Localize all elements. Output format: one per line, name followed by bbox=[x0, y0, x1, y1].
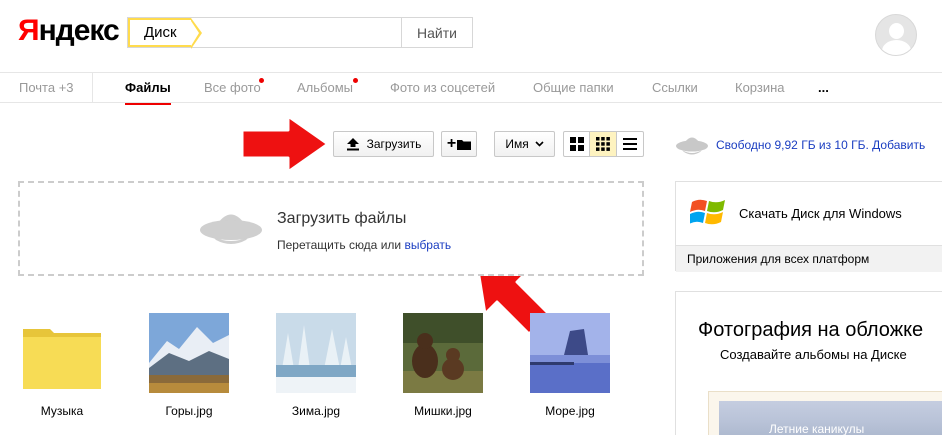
storage-info[interactable]: Свободно 9,92 ГБ из 10 ГБ. Добавить bbox=[675, 134, 942, 156]
view-list-button[interactable] bbox=[617, 132, 643, 156]
red-arrow-right-icon bbox=[240, 114, 330, 174]
view-large-tiles-button[interactable] bbox=[564, 132, 591, 156]
disk-saucer-icon bbox=[676, 137, 708, 155]
service-nav: Почта +3 Файлы Все фото Альбомы Фото из … bbox=[0, 72, 942, 105]
nav-item-albums[interactable]: Альбомы bbox=[297, 73, 353, 104]
new-folder-plus: + bbox=[446, 135, 457, 152]
winter-photo-thumbnail bbox=[276, 313, 356, 393]
avatar-body-shape bbox=[882, 40, 911, 55]
folder-icon bbox=[22, 313, 102, 393]
disk-saucer-icon bbox=[200, 214, 262, 244]
new-badge-dot bbox=[259, 78, 264, 83]
file-name: Горы.jpg bbox=[165, 404, 213, 418]
file-item-image[interactable]: Море.jpg bbox=[530, 313, 610, 418]
large-grid-icon bbox=[569, 137, 584, 151]
file-item-image[interactable]: Зима.jpg bbox=[276, 313, 356, 418]
search-service-tag: Диск bbox=[128, 18, 202, 49]
sort-button[interactable]: Имя bbox=[494, 131, 555, 157]
nav-item-mail[interactable]: Почта +3 bbox=[19, 73, 74, 104]
upload-icon bbox=[346, 138, 359, 151]
nav-item-files[interactable]: Файлы bbox=[125, 73, 171, 105]
new-folder-button[interactable]: + bbox=[441, 131, 477, 157]
yandex-logo[interactable]: Яндекс bbox=[18, 14, 120, 48]
sort-label: Имя bbox=[505, 137, 529, 151]
avatar[interactable] bbox=[875, 14, 917, 56]
album-preview-label: Летние каникулы bbox=[769, 422, 865, 435]
nav-item-shared-folders[interactable]: Общие папки bbox=[533, 73, 614, 104]
file-item-image[interactable]: Мишки.jpg bbox=[403, 313, 483, 418]
windows-app-promo[interactable]: Скачать Диск для Windows Приложения для … bbox=[675, 181, 942, 272]
promo-header: Скачать Диск для Windows bbox=[676, 182, 942, 245]
file-item-image[interactable]: Горы.jpg bbox=[149, 313, 229, 418]
all-platforms-link[interactable]: Приложения для всех платформ bbox=[676, 245, 942, 272]
search-button[interactable]: Найти bbox=[401, 17, 473, 48]
nav-item-all-photos[interactable]: Все фото bbox=[204, 73, 261, 104]
search-input[interactable]: Диск bbox=[127, 17, 401, 49]
album-promo-subtitle: Создавайте альбомы на Диске bbox=[720, 347, 907, 362]
nav-more-button[interactable]: ... bbox=[818, 73, 829, 104]
upload-button-label: Загрузить bbox=[366, 137, 422, 151]
small-grid-icon bbox=[596, 137, 610, 151]
chevron-down-icon bbox=[535, 141, 544, 147]
album-cover-promo[interactable]: Фотография на обложке Создавайте альбомы… bbox=[675, 291, 942, 435]
folder-icon bbox=[457, 139, 472, 150]
dropzone-subtitle: Перетащить сюда или выбрать bbox=[277, 238, 451, 252]
dropzone-title: Загрузить файлы bbox=[277, 210, 407, 227]
dropzone-subtitle-text: Перетащить сюда или bbox=[277, 238, 405, 252]
promo-text: Скачать Диск для Windows bbox=[739, 206, 902, 221]
file-name: Зима.jpg bbox=[291, 404, 341, 418]
file-name: Музыка bbox=[40, 404, 84, 418]
new-badge-dot bbox=[353, 78, 358, 83]
file-name: Море.jpg bbox=[545, 404, 595, 418]
file-item-folder[interactable]: Музыка bbox=[22, 313, 102, 418]
bears-photo-thumbnail bbox=[403, 313, 483, 393]
album-promo-title: Фотография на обложке bbox=[698, 319, 924, 341]
upload-button[interactable]: Загрузить bbox=[333, 131, 434, 157]
list-icon bbox=[622, 138, 637, 150]
logo-text: ндекс bbox=[38, 14, 120, 47]
choose-files-link[interactable]: выбрать bbox=[404, 238, 451, 252]
sea-photo-thumbnail bbox=[530, 313, 610, 393]
album-preview-image: Летние каникулы bbox=[708, 391, 942, 435]
yandex-disk-page: Яндекс Диск Найти Почта +3 Файлы Все фот… bbox=[0, 0, 942, 435]
storage-text: Свободно 9,92 ГБ из 10 ГБ. Добавить bbox=[716, 138, 926, 152]
file-name: Мишки.jpg bbox=[414, 404, 472, 418]
nav-item-social-photos[interactable]: Фото из соцсетей bbox=[390, 73, 495, 104]
nav-item-trash[interactable]: Корзина bbox=[735, 73, 785, 104]
upload-dropzone[interactable]: Загрузить файлы Перетащить сюда или выбр… bbox=[18, 181, 644, 276]
view-tiles-button[interactable] bbox=[590, 132, 617, 156]
nav-divider bbox=[92, 73, 93, 103]
nav-item-links[interactable]: Ссылки bbox=[652, 73, 698, 104]
logo-letter: Я bbox=[18, 14, 40, 47]
search-tag-label: Диск bbox=[144, 24, 177, 41]
windows-logo-icon bbox=[690, 199, 725, 225]
avatar-head-shape bbox=[889, 23, 904, 39]
view-mode-switcher bbox=[563, 131, 644, 157]
mountain-photo-thumbnail bbox=[149, 313, 229, 393]
